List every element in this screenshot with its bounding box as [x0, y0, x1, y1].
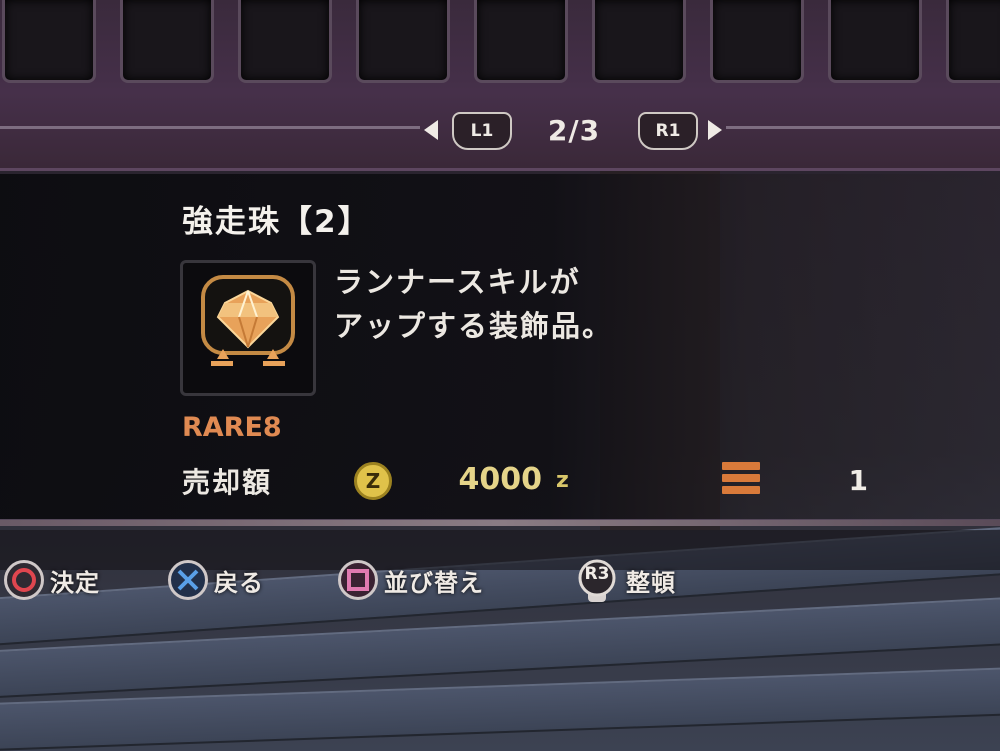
item-slot-strip: L1 2/3 R1: [0, 0, 1000, 171]
arrow-right-icon[interactable]: [708, 120, 722, 140]
floor-shadow: [0, 530, 1000, 570]
page-navigator: L1 2/3 R1: [424, 112, 724, 152]
item-name: 強走珠【2】: [182, 204, 371, 240]
item-slot[interactable]: [120, 0, 214, 83]
arrow-left-icon[interactable]: [424, 120, 438, 140]
item-slot[interactable]: [2, 0, 96, 83]
item-slot[interactable]: [828, 0, 922, 83]
currency-unit: z: [556, 468, 569, 493]
item-slot[interactable]: [356, 0, 450, 83]
circle-button-icon: [4, 560, 44, 600]
item-icon-frame: [180, 260, 316, 396]
stack-bar: [722, 474, 760, 482]
r1-button[interactable]: R1: [638, 112, 698, 150]
sell-price-label: 売却額: [182, 466, 273, 499]
hint-confirm[interactable]: 決定: [4, 556, 100, 604]
hint-sort[interactable]: 並び替え: [338, 556, 484, 604]
pager-rail-left: [0, 126, 420, 129]
hint-label: 整頓: [626, 568, 676, 597]
zenny-coin-icon: Z: [354, 462, 392, 500]
item-slot[interactable]: [710, 0, 804, 83]
pager-rail-right: [726, 126, 1000, 129]
hint-label: 並び替え: [384, 568, 484, 597]
cross-button-icon: [168, 560, 208, 600]
item-slot[interactable]: [238, 0, 332, 83]
panel-divider: [0, 520, 1000, 526]
r3-label: R3: [584, 564, 610, 584]
square-button-icon: [338, 560, 378, 600]
description-line: ランナースキルが: [334, 265, 581, 299]
item-slot[interactable]: [592, 0, 686, 83]
l1-button[interactable]: L1: [452, 112, 512, 150]
hint-label: 戻る: [214, 568, 264, 597]
item-stack-icon: [722, 462, 760, 498]
rarity-label: RARE8: [182, 412, 282, 443]
item-slot[interactable]: [946, 0, 1000, 83]
item-description: ランナースキルが アップする装飾品。: [334, 260, 613, 348]
stack-bar: [722, 462, 760, 470]
hint-organize[interactable]: R3 整頓: [574, 556, 676, 604]
hint-label: 決定: [50, 568, 100, 597]
item-quantity: 1: [848, 464, 868, 497]
stack-bar: [722, 486, 760, 494]
item-slot[interactable]: [474, 0, 568, 83]
sell-price-value: 4000: [458, 462, 543, 497]
page-indicator: 2/3: [547, 114, 601, 147]
decoration-jewel-icon: [201, 275, 295, 366]
hint-back[interactable]: 戻る: [168, 556, 264, 604]
r3-stick-icon: R3: [574, 558, 620, 602]
description-line: アップする装飾品。: [334, 309, 614, 343]
